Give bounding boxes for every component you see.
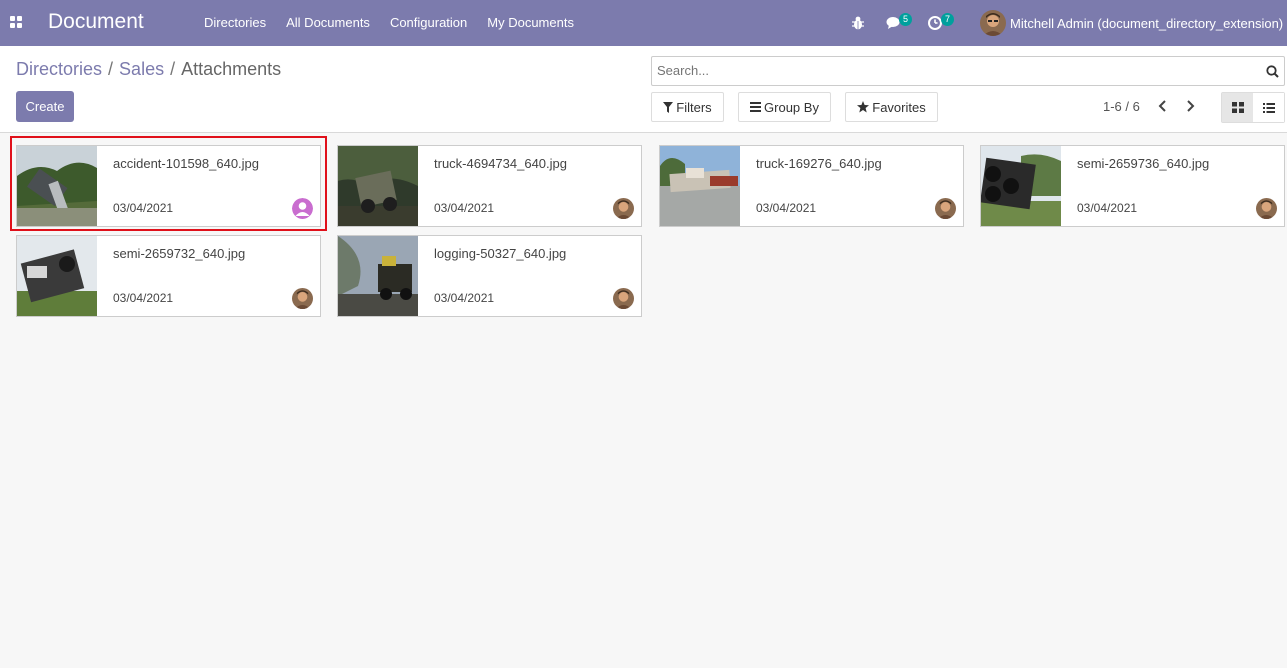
owner-avatar [613, 198, 634, 219]
favorites-button[interactable]: Favorites [845, 92, 938, 122]
attachment-date: 03/04/2021 [113, 291, 174, 305]
attachment-thumbnail [338, 236, 418, 316]
attachment-date: 03/04/2021 [756, 201, 817, 215]
attachment-name: accident-101598_640.jpg [113, 156, 260, 171]
attachment-name: truck-169276_640.jpg [756, 156, 882, 171]
view-switcher [1221, 92, 1285, 123]
breadcrumb-sales[interactable]: Sales [119, 59, 164, 80]
attachment-thumbnail [338, 146, 418, 226]
attachment-thumbnail [17, 236, 97, 316]
kanban-card[interactable]: semi-2659736_640.jpg 03/04/2021 [980, 145, 1285, 227]
chevron-right-icon[interactable] [1184, 99, 1196, 113]
kanban-card[interactable]: logging-50327_640.jpg 03/04/2021 [337, 235, 642, 317]
activities-badge: 7 [941, 13, 955, 26]
top-navbar: Document Directories All Documents Confi… [0, 0, 1287, 46]
menu-item-configuration[interactable]: Configuration [380, 15, 477, 30]
kanban-card[interactable]: truck-169276_640.jpg 03/04/2021 [659, 145, 964, 227]
kanban-grid-icon [1231, 102, 1244, 113]
attachment-thumbnail [17, 146, 97, 226]
owner-avatar-placeholder [292, 198, 313, 219]
attachment-name: logging-50327_640.jpg [434, 246, 567, 261]
favorites-label: Favorites [872, 99, 926, 115]
main-menu: Directories All Documents Configuration … [194, 15, 584, 30]
attachment-name: semi-2659732_640.jpg [113, 246, 246, 261]
app-title[interactable]: Document [48, 10, 144, 34]
star-icon [857, 101, 870, 113]
attachment-name: truck-4694734_640.jpg [434, 156, 567, 171]
filters-button[interactable]: Filters [651, 92, 724, 122]
breadcrumb-separator: / [108, 59, 114, 79]
kanban-card[interactable]: accident-101598_640.jpg 03/04/2021 [16, 145, 321, 227]
kanban-card[interactable]: truck-4694734_640.jpg 03/04/2021 [337, 145, 642, 227]
control-panel: Directories / Sales / Attachments Create… [0, 46, 1287, 133]
messages-badge: 5 [899, 13, 913, 26]
attachment-date: 03/04/2021 [113, 201, 174, 215]
group-by-button[interactable]: Group By [738, 92, 831, 122]
filters-label: Filters [676, 99, 712, 115]
owner-avatar [613, 288, 634, 309]
attachment-thumbnail [660, 146, 740, 226]
owner-avatar [935, 198, 956, 219]
attachment-date: 03/04/2021 [434, 201, 495, 215]
attachment-date: 03/04/2021 [434, 291, 495, 305]
bars-icon [750, 102, 762, 112]
breadcrumb-separator: / [170, 59, 176, 79]
owner-avatar [1256, 198, 1277, 219]
user-name[interactable]: Mitchell Admin (document_directory_exten… [1010, 16, 1283, 31]
chevron-left-icon[interactable] [1157, 99, 1169, 113]
kanban-view-button[interactable] [1222, 93, 1253, 122]
filter-icon [663, 101, 674, 113]
menu-item-all-documents[interactable]: All Documents [276, 15, 380, 30]
bug-icon[interactable] [851, 15, 865, 31]
breadcrumb: Directories / Sales / Attachments [16, 59, 281, 80]
search-input[interactable] [657, 63, 1247, 78]
kanban-card[interactable]: semi-2659732_640.jpg 03/04/2021 [16, 235, 321, 317]
breadcrumb-directories[interactable]: Directories [16, 59, 102, 80]
list-icon [1262, 102, 1275, 113]
breadcrumb-current: Attachments [181, 59, 282, 79]
user-avatar[interactable] [980, 10, 1006, 36]
attachment-date: 03/04/2021 [1077, 201, 1138, 215]
search-icon[interactable] [1266, 65, 1279, 78]
owner-avatar [292, 288, 313, 309]
attachment-name: semi-2659736_640.jpg [1077, 156, 1210, 171]
menu-item-directories[interactable]: Directories [194, 15, 276, 30]
attachment-thumbnail [981, 146, 1061, 226]
group-by-label: Group By [764, 99, 819, 115]
menu-item-my-documents[interactable]: My Documents [477, 15, 584, 30]
search-box [651, 56, 1285, 86]
create-button[interactable]: Create [16, 91, 74, 122]
list-view-button[interactable] [1253, 93, 1284, 122]
pager-value[interactable]: 1-6 / 6 [1103, 99, 1140, 114]
apps-menu-icon[interactable] [10, 16, 22, 28]
